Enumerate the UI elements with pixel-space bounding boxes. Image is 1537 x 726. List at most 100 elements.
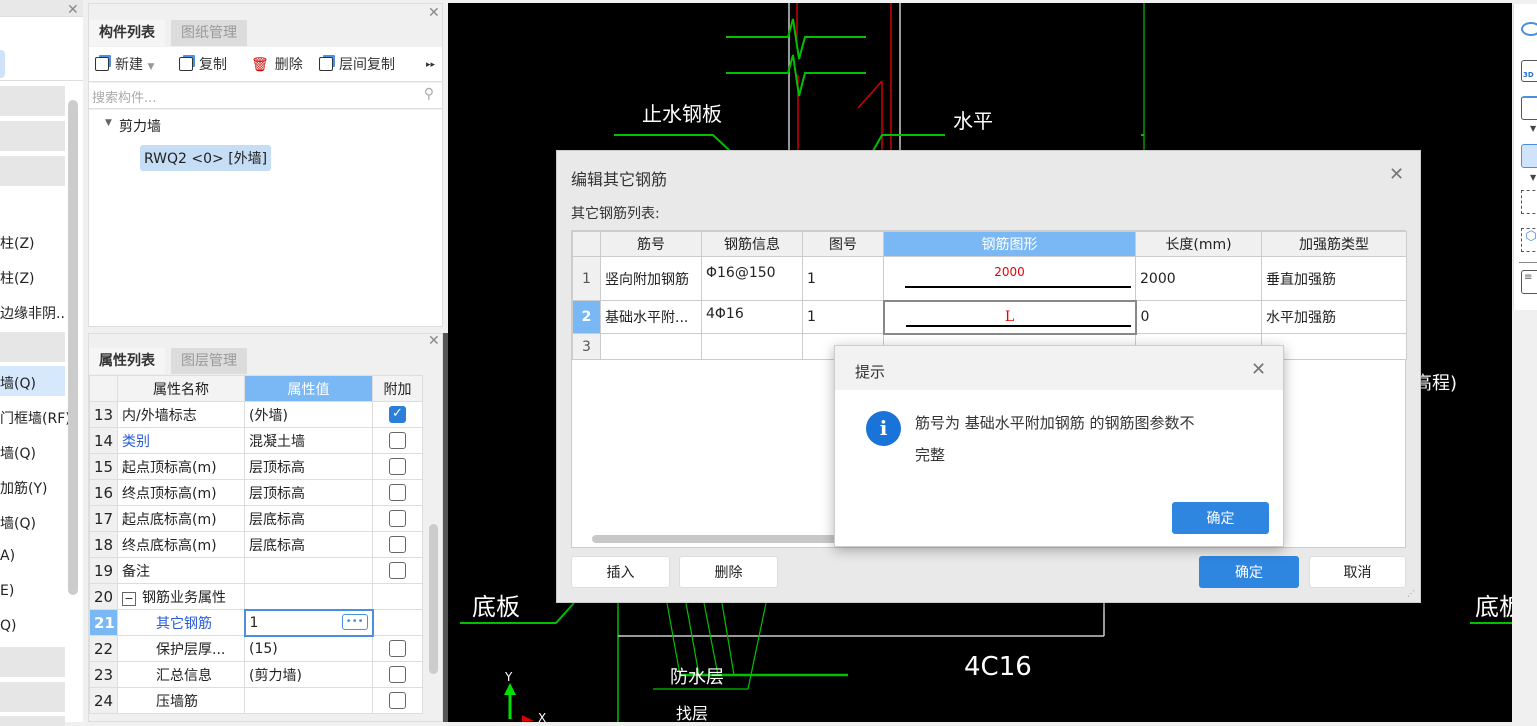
left-item[interactable] [0, 86, 65, 116]
close-icon[interactable]: ✕ [1251, 359, 1266, 380]
rebar-shape-cell[interactable]: 2000 [883, 256, 1136, 301]
collapse-arrow-icon[interactable]: ▼ [105, 118, 112, 128]
cad-label: 找层 [676, 704, 708, 722]
copy-icon [179, 57, 193, 71]
left-item[interactable]: A) [0, 548, 15, 564]
dropdown-arrow-icon[interactable]: ▼ [147, 62, 154, 72]
close-icon[interactable]: ✕ [1389, 164, 1404, 185]
left-item[interactable] [0, 121, 65, 151]
cad-label: 止水钢板 [642, 102, 722, 126]
table-row[interactable]: 17 起点底标高(m) 层底标高 [89, 505, 423, 532]
col-header-selected[interactable]: 钢筋图形 [883, 231, 1136, 257]
tab-layer-management[interactable]: 图层管理 [171, 348, 247, 374]
table-row-group[interactable]: 20− 钢筋业务属性 [89, 583, 423, 610]
table-row[interactable]: 15 起点顶标高(m) 层顶标高 [89, 453, 423, 480]
col-header[interactable]: 图号 [802, 231, 884, 257]
box-view-icon[interactable] [1521, 96, 1537, 120]
left-item[interactable]: E) [0, 583, 14, 599]
table-row-selected[interactable]: 2 基础水平附... 4Φ16 1 L 0 水平加强筋 [572, 299, 1407, 335]
checkbox[interactable] [389, 536, 406, 553]
tree-group[interactable]: 剪力墙 [119, 116, 161, 136]
property-panel: ✕ 属性列表 图层管理 属性名称 属性值 附加 13 内/外墙标志 (外墙) ✓ 14 类别… [88, 333, 443, 722]
left-item[interactable]: 加筋(Y) [0, 478, 47, 498]
table-row[interactable]: 1 竖向附加钢筋 Φ16@150 1 2000 2000 垂直加强筋 [572, 256, 1407, 301]
tab-component-list[interactable]: 构件列表 [89, 20, 165, 46]
checkbox[interactable] [389, 666, 406, 683]
alert-ok-button[interactable]: 确定 [1172, 502, 1269, 534]
table-row[interactable]: 23 汇总信息 (剪力墙) [89, 661, 423, 688]
dropdown-arrow-icon[interactable]: ▼ [1530, 124, 1536, 133]
dropdown-arrow-icon[interactable]: ▼ [1530, 173, 1536, 182]
checkbox[interactable] [389, 432, 406, 449]
col-header[interactable]: 钢筋信息 [701, 231, 803, 257]
checkbox[interactable] [389, 640, 406, 657]
tree-item-selected[interactable]: RWQ2 <0> [外墙] [140, 145, 272, 171]
left-item[interactable] [0, 716, 65, 726]
solid-view-icon[interactable] [1521, 144, 1537, 168]
table-row[interactable]: 14 类别 混凝土墙 [89, 427, 423, 454]
3d-view-icon[interactable]: 3D [1521, 60, 1537, 82]
left-item[interactable]: 墙(Q) [0, 373, 36, 393]
left-item[interactable]: Q) [0, 618, 16, 634]
cube-select-icon[interactable]: ⬡ [1521, 228, 1537, 252]
col-header[interactable]: 长度(mm) [1135, 231, 1262, 257]
copy-button[interactable]: 复制 [179, 54, 227, 76]
left-item[interactable] [0, 156, 65, 186]
left-item[interactable]: 边缘非阴.. [0, 303, 65, 323]
header-extra: 附加 [372, 375, 423, 402]
table-row[interactable]: 19 备注 [89, 557, 423, 584]
list-label: 其它钢筋列表: [571, 206, 660, 222]
trash-icon: 🗑 [251, 57, 269, 73]
cad-label: 底板 [472, 593, 520, 621]
search-icon[interactable]: ⚲ [424, 86, 434, 102]
close-icon[interactable]: ✕ [428, 334, 440, 348]
new-button[interactable]: 新建 ▼ [95, 54, 154, 76]
table-row-selected[interactable]: 21 其它钢筋 1 ••• [89, 608, 423, 637]
table-row[interactable]: 24 压墙筋 [89, 687, 423, 714]
ok-button[interactable]: 确定 [1199, 556, 1299, 588]
orbit-icon[interactable] [1521, 22, 1537, 36]
col-header[interactable]: 筋号 [600, 231, 702, 257]
close-icon[interactable]: ✕ [428, 6, 440, 20]
left-scrollbar[interactable] [68, 100, 78, 595]
left-item[interactable]: 柱(Z) [0, 233, 35, 253]
select-region-icon[interactable] [1521, 190, 1537, 214]
search-input[interactable]: 搜索构件... ⚲ [89, 83, 442, 109]
left-item[interactable]: 墙(Q) [0, 513, 36, 533]
tab-drawing-management[interactable]: 图纸管理 [171, 20, 247, 46]
checkbox[interactable] [389, 458, 406, 475]
left-selected-item[interactable] [0, 50, 5, 78]
ellipsis-button[interactable]: ••• [341, 613, 368, 630]
checkbox[interactable] [389, 562, 406, 579]
floor-copy-button[interactable]: 层间复制 [319, 54, 395, 76]
checkbox[interactable] [389, 484, 406, 501]
table-row[interactable]: 16 终点顶标高(m) 层顶标高 [89, 479, 423, 506]
list-settings-icon[interactable]: ≡ [1521, 270, 1537, 294]
horizontal-scrollbar[interactable] [592, 535, 852, 543]
left-item[interactable] [0, 332, 65, 362]
close-icon[interactable]: ✕ [67, 3, 79, 17]
delete-button[interactable]: 删除 [679, 556, 778, 588]
left-item[interactable] [0, 647, 65, 677]
left-item[interactable]: 门框墙(RF) [0, 408, 71, 428]
col-header[interactable]: 加强筋类型 [1261, 231, 1407, 257]
table-row[interactable]: 22 保护层厚... (15) [89, 635, 423, 662]
table-row[interactable]: 13 内/外墙标志 (外墙) ✓ [89, 401, 423, 428]
more-icon[interactable]: ▸▸ [426, 54, 435, 76]
collapse-icon[interactable]: − [122, 591, 136, 606]
left-item[interactable] [0, 682, 65, 712]
cancel-button[interactable]: 取消 [1309, 556, 1406, 588]
rebar-shape-cell[interactable]: L [882, 299, 1137, 335]
checkbox[interactable]: ✓ [389, 406, 406, 423]
checkbox[interactable] [389, 510, 406, 527]
insert-button[interactable]: 插入 [571, 556, 670, 588]
property-scrollbar[interactable] [429, 524, 438, 674]
left-item[interactable]: 柱(Z) [0, 268, 35, 288]
resize-grip-icon[interactable]: ⋰ [1407, 589, 1415, 598]
other-rebar-input[interactable]: 1 [250, 615, 259, 631]
tab-property-list[interactable]: 属性列表 [89, 348, 165, 374]
table-row[interactable]: 18 终点底标高(m) 层底标高 [89, 531, 423, 558]
delete-button[interactable]: 🗑 删除 [251, 54, 303, 76]
left-item[interactable]: 墙(Q) [0, 443, 36, 463]
checkbox[interactable] [389, 692, 406, 709]
